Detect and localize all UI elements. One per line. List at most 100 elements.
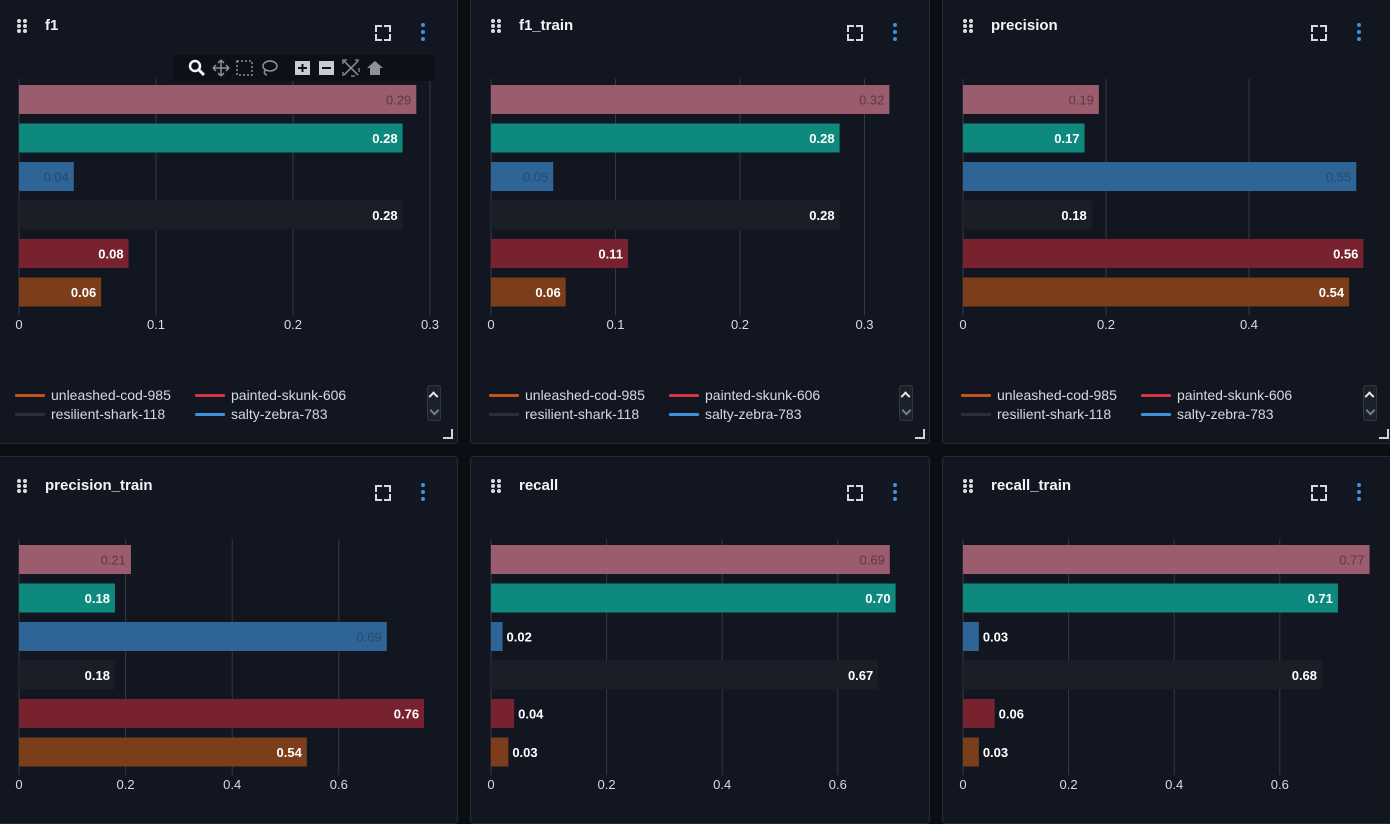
- legend-item[interactable]: unleashed-cod-985: [15, 387, 171, 403]
- bar-value-label: 0.77: [1339, 553, 1364, 568]
- legend-swatch: [1141, 393, 1171, 397]
- bar-value-label: 0.18: [85, 591, 110, 606]
- bar[interactable]: [491, 545, 890, 574]
- legend-item[interactable]: painted-skunk-606: [195, 387, 346, 403]
- bar-value-label: 0.21: [101, 553, 126, 568]
- bar[interactable]: [963, 737, 979, 767]
- legend-label: painted-skunk-606: [1177, 387, 1293, 403]
- x-tick-label: 0.4: [713, 777, 731, 792]
- chevron-down-icon[interactable]: [429, 405, 440, 416]
- bar[interactable]: [491, 583, 896, 613]
- resize-handle-icon[interactable]: [1379, 429, 1389, 439]
- legend-item[interactable]: resilient-shark-118: [961, 406, 1111, 422]
- legend-item[interactable]: painted-skunk-606: [1141, 387, 1292, 403]
- bar-value-label: 0.06: [999, 707, 1024, 722]
- legend-item[interactable]: salty-zebra-783: [1141, 406, 1274, 422]
- legend-label: resilient-shark-118: [997, 406, 1112, 422]
- bar-value-label: 0.28: [809, 131, 834, 146]
- legend-item[interactable]: unleashed-cod-985: [961, 387, 1117, 403]
- bar[interactable]: [491, 699, 515, 728]
- lasso-select-icon[interactable]: [259, 58, 279, 78]
- pan-icon[interactable]: [211, 58, 231, 78]
- x-tick-label: 0.1: [606, 317, 624, 332]
- legend-label: salty-zebra-783: [231, 406, 328, 422]
- bar-value-label: 0.03: [512, 745, 537, 760]
- x-tick-label: 0.4: [1165, 777, 1183, 792]
- bar-value-label: 0.08: [98, 247, 123, 262]
- bar[interactable]: [491, 85, 890, 114]
- x-tick-label: 0.4: [223, 777, 241, 792]
- x-tick-label: 0.6: [829, 777, 847, 792]
- chart-panel-f1: f1 0 0.1 0.2 0.3 0.29 0.28 0.04 0.28 0.08 0.06 unle…: [0, 0, 458, 444]
- bar-value-label: 0.18: [1061, 208, 1086, 223]
- bar[interactable]: [19, 85, 417, 114]
- legend-scroll-control[interactable]: [899, 385, 913, 421]
- x-tick-label: 0.2: [117, 777, 135, 792]
- x-tick-label: 0.2: [1060, 777, 1078, 792]
- bar[interactable]: [19, 699, 425, 728]
- x-tick-label: 0.2: [598, 777, 616, 792]
- chevron-down-icon[interactable]: [901, 405, 912, 416]
- bar[interactable]: [963, 162, 1357, 191]
- bar[interactable]: [963, 699, 995, 728]
- bar[interactable]: [491, 123, 840, 153]
- legend-label: painted-skunk-606: [231, 387, 347, 403]
- bar[interactable]: [19, 123, 403, 153]
- legend-scroll-control[interactable]: [1363, 385, 1377, 421]
- legend-item[interactable]: painted-skunk-606: [669, 387, 820, 403]
- bar-value-label: 0.05: [523, 170, 548, 185]
- bar-chart[interactable]: 0 0.1 0.2 0.3 0.32 0.28 0.05 0.28 0.11 0.06: [471, 0, 930, 444]
- bar[interactable]: [491, 622, 503, 651]
- legend-label: salty-zebra-783: [705, 406, 802, 422]
- bar[interactable]: [963, 660, 1323, 690]
- chevron-up-icon[interactable]: [1364, 391, 1375, 402]
- legend-swatch: [489, 393, 519, 397]
- legend-item[interactable]: salty-zebra-783: [669, 406, 802, 422]
- bar[interactable]: [19, 737, 307, 767]
- x-tick-label: 0: [959, 777, 966, 792]
- legend-label: salty-zebra-783: [1177, 406, 1274, 422]
- legend-item[interactable]: unleashed-cod-985: [489, 387, 645, 403]
- zoom-in-icon[interactable]: [293, 58, 313, 78]
- bar-value-label: 0.03: [983, 630, 1008, 645]
- zoom-out-icon[interactable]: [317, 58, 337, 78]
- bar-value-label: 0.18: [85, 668, 110, 683]
- bar-value-label: 0.29: [386, 93, 411, 108]
- legend-label: unleashed-cod-985: [997, 387, 1117, 403]
- bar-value-label: 0.71: [1308, 591, 1333, 606]
- bar[interactable]: [19, 622, 387, 651]
- resize-handle-icon[interactable]: [915, 429, 925, 439]
- bar[interactable]: [19, 200, 403, 230]
- bar-chart[interactable]: 0 0.2 0.4 0.6 0.69 0.70 0.02 0.67 0.04 0.03: [471, 457, 930, 824]
- box-select-icon[interactable]: [235, 58, 255, 78]
- bar-value-label: 0.70: [865, 591, 890, 606]
- zoom-icon[interactable]: [187, 58, 207, 78]
- chevron-up-icon[interactable]: [900, 391, 911, 402]
- chevron-up-icon[interactable]: [428, 391, 439, 402]
- bar[interactable]: [963, 583, 1338, 613]
- bar-value-label: 0.67: [848, 668, 873, 683]
- x-tick-label: 0: [487, 777, 494, 792]
- legend-scroll-control[interactable]: [427, 385, 441, 421]
- bar[interactable]: [491, 200, 840, 230]
- legend-item[interactable]: resilient-shark-118: [489, 406, 639, 422]
- legend-item[interactable]: salty-zebra-783: [195, 406, 328, 422]
- reset-axes-icon[interactable]: [365, 58, 385, 78]
- legend-swatch: [961, 412, 991, 416]
- autoscale-icon[interactable]: [341, 58, 361, 78]
- bar-value-label: 0.11: [598, 247, 623, 262]
- bar[interactable]: [963, 545, 1370, 574]
- bar[interactable]: [963, 239, 1364, 268]
- resize-handle-icon[interactable]: [443, 429, 453, 439]
- bar-chart[interactable]: 0 0.2 0.4 0.6 0.21 0.18 0.69 0.18 0.76 0.54: [0, 457, 458, 824]
- bar[interactable]: [491, 660, 879, 690]
- bar[interactable]: [963, 622, 979, 651]
- chart-panel-recall-train: recall_train 0 0.2 0.4 0.6 0.77 0.71 0.03 0.68 0.…: [942, 456, 1390, 824]
- chevron-down-icon[interactable]: [1365, 405, 1376, 416]
- bar[interactable]: [491, 737, 509, 767]
- bar-chart[interactable]: 0 0.2 0.4 0.19 0.17 0.55 0.18 0.56 0.54: [943, 0, 1390, 444]
- bar[interactable]: [963, 277, 1350, 307]
- bar-chart[interactable]: 0 0.2 0.4 0.6 0.77 0.71 0.03 0.68 0.06 0.03: [943, 457, 1390, 824]
- legend-item[interactable]: resilient-shark-118: [15, 406, 165, 422]
- bar-value-label: 0.76: [394, 707, 419, 722]
